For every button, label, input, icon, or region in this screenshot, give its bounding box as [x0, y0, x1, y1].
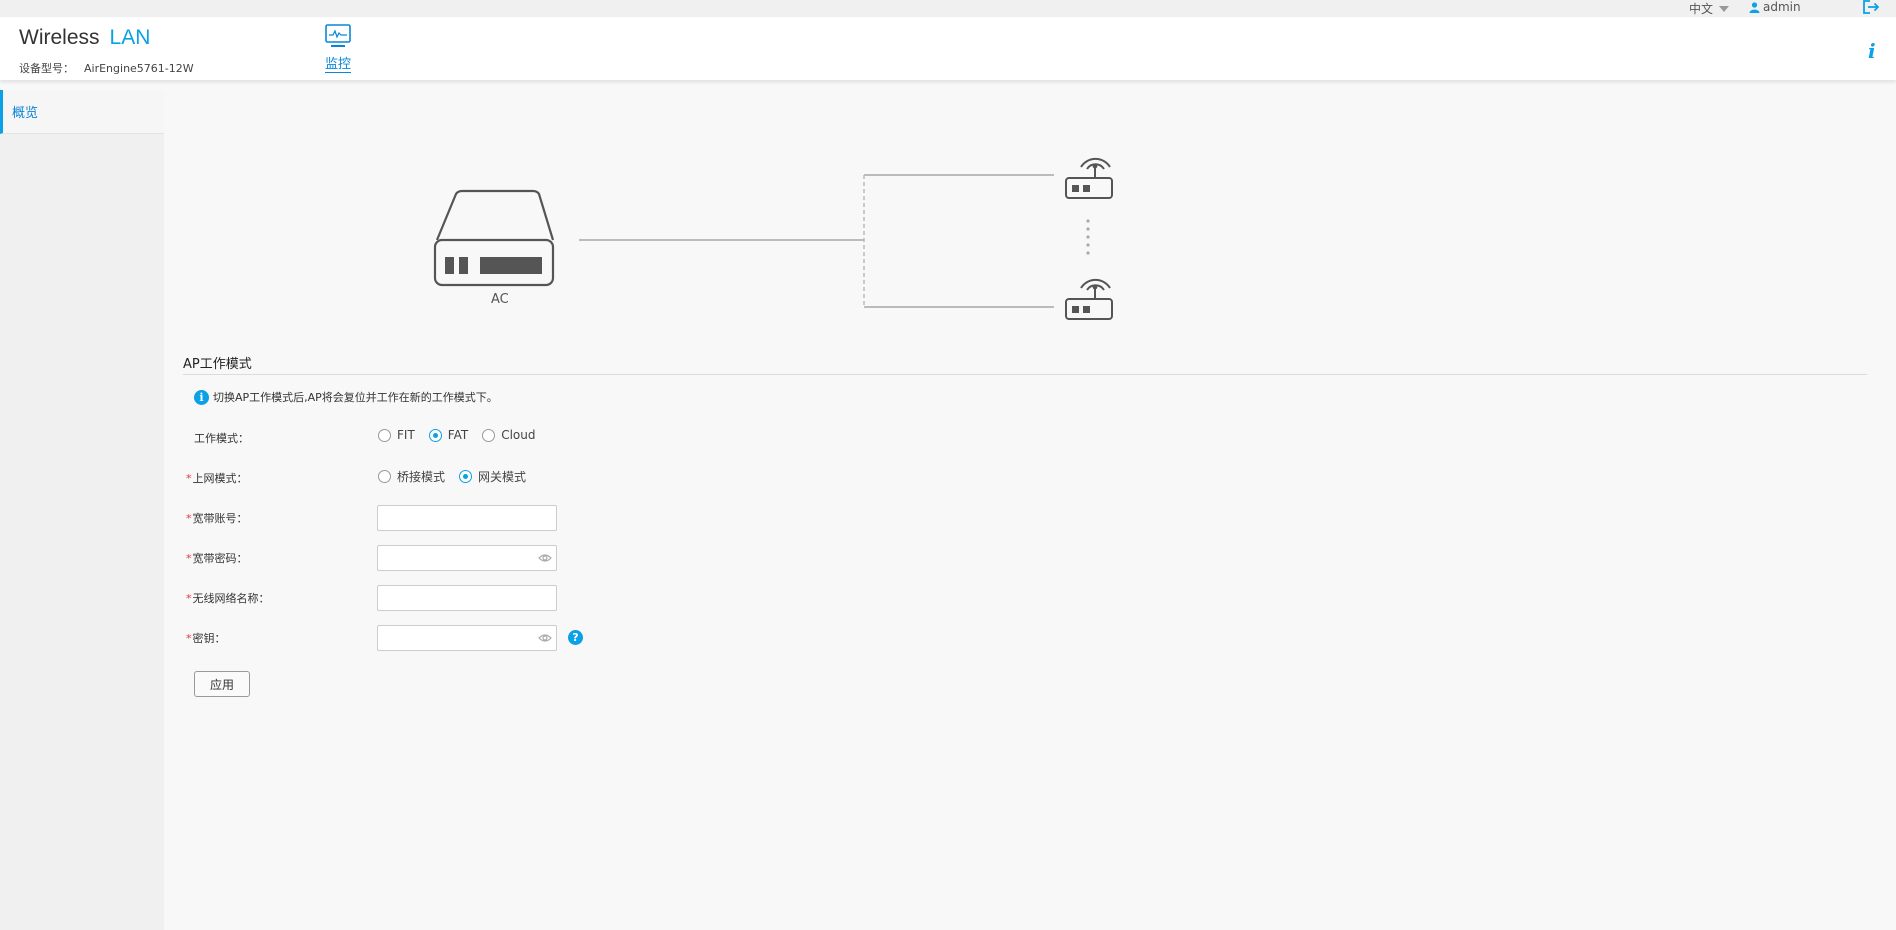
device-model-label: 设备型号：	[19, 62, 74, 75]
broadband-password-field	[377, 545, 557, 571]
radio-fit[interactable]: FIT	[378, 428, 415, 442]
language-selector[interactable]: 中文	[1689, 0, 1730, 17]
radio-circle	[482, 428, 496, 442]
radio-cloud[interactable]: Cloud	[482, 428, 535, 442]
header: Wireless LAN 设备型号： AirEngine5761-12W 监控 i	[0, 17, 1896, 80]
required-mark: *	[186, 472, 192, 485]
radio-bridge-mode[interactable]: 桥接模式	[378, 468, 445, 485]
key-label: *密钥：	[186, 630, 226, 646]
radio-circle	[378, 470, 391, 483]
ac-label: AC	[491, 292, 509, 307]
ssid-input[interactable]	[378, 586, 528, 610]
radio-circle-selected	[428, 428, 442, 442]
key-field	[377, 625, 557, 651]
language-label: 中文	[1689, 2, 1714, 16]
nav-monitor[interactable]: 监控	[322, 24, 354, 73]
broadband-account-text: 宽带账号：	[192, 512, 248, 525]
device-model-value: AirEngine5761-12W	[84, 62, 194, 75]
topology-diagram	[433, 157, 1113, 320]
ap-device-icon	[1065, 157, 1113, 199]
section-title: AP工作模式	[183, 357, 252, 372]
user-icon	[1749, 1, 1760, 13]
monitor-icon	[325, 24, 351, 47]
info-icon[interactable]: i	[1868, 39, 1876, 63]
brand-accent: LAN	[109, 26, 151, 49]
required-mark: *	[186, 552, 192, 565]
broadband-account-field	[377, 505, 557, 531]
nav-monitor-label: 监控	[324, 53, 351, 73]
ac-device-icon	[433, 189, 555, 287]
required-mark: *	[186, 512, 192, 525]
brand-title: Wireless LAN	[19, 26, 150, 50]
ssid-text: 无线网络名称：	[192, 592, 270, 605]
eye-icon[interactable]	[538, 553, 552, 563]
sidebar-item-label: 概览	[12, 106, 39, 121]
uplink-mode-text: 上网模式：	[192, 472, 248, 485]
ap-device-icon	[1065, 278, 1113, 320]
ellipsis-dots	[1086, 219, 1090, 255]
section-divider	[183, 374, 1867, 375]
sidebar: 概览	[0, 90, 164, 930]
broadband-account-label: *宽带账号：	[186, 510, 248, 526]
notice-text: 切换AP工作模式后,AP将会复位并工作在新的工作模式下。	[213, 391, 498, 404]
required-mark: *	[186, 632, 192, 645]
eye-icon[interactable]	[538, 633, 552, 643]
key-text: 密钥：	[192, 632, 226, 645]
required-mark: *	[186, 592, 192, 605]
notice: i 切换AP工作模式后,AP将会复位并工作在新的工作模式下。	[194, 389, 498, 405]
username: admin	[1763, 0, 1801, 14]
top-utility-bar: 中文 admin	[0, 0, 1896, 17]
radio-label: FIT	[397, 428, 415, 442]
radio-circle	[378, 428, 391, 442]
apply-button[interactable]: 应用	[194, 671, 250, 697]
broadband-account-input[interactable]	[378, 506, 528, 530]
device-model: 设备型号： AirEngine5761-12W	[19, 60, 194, 76]
info-icon: i	[194, 389, 209, 405]
ssid-field	[377, 585, 557, 611]
broadband-password-text: 宽带密码：	[192, 552, 248, 565]
radio-circle-selected	[459, 470, 473, 483]
uplink-mode-radio-group: 桥接模式 网关模式	[378, 468, 526, 485]
radio-label: Cloud	[501, 428, 536, 442]
key-input[interactable]	[378, 626, 528, 650]
help-icon[interactable]: ?	[568, 630, 583, 645]
radio-label: 网关模式	[478, 470, 527, 484]
sidebar-item-overview[interactable]: 概览	[0, 90, 164, 134]
radio-label: FAT	[447, 428, 469, 442]
broadband-password-label: *宽带密码：	[186, 550, 248, 566]
radio-label: 桥接模式	[397, 470, 446, 484]
chevron-down-icon	[1719, 5, 1730, 12]
radio-fat[interactable]: FAT	[428, 428, 469, 442]
work-mode-radio-group: FIT FAT Cloud	[378, 428, 535, 442]
brand-main: Wireless	[19, 26, 100, 49]
ssid-label: *无线网络名称：	[186, 590, 270, 606]
work-mode-label: 工作模式：	[194, 432, 249, 445]
broadband-password-input[interactable]	[378, 546, 528, 570]
radio-gateway-mode[interactable]: 网关模式	[459, 468, 526, 485]
user-menu[interactable]: admin	[1749, 0, 1801, 14]
uplink-mode-label: *上网模式：	[186, 470, 248, 486]
logout-icon[interactable]	[1862, 0, 1880, 14]
